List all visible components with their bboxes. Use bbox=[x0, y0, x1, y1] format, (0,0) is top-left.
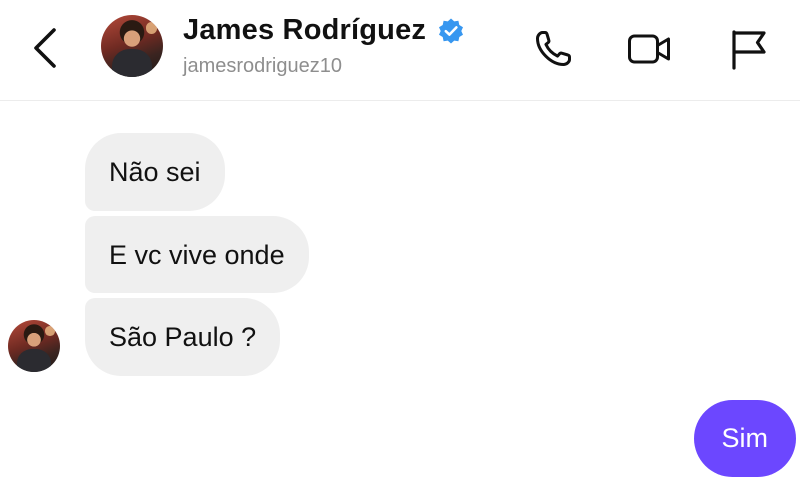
chevron-left-icon bbox=[34, 28, 56, 68]
contact-avatar[interactable] bbox=[101, 15, 163, 77]
back-button[interactable] bbox=[26, 24, 66, 72]
report-button[interactable] bbox=[724, 26, 770, 72]
avatar-photo-detail bbox=[45, 326, 55, 336]
chat-header: James Rodríguez jamesrodriguez10 bbox=[0, 0, 800, 101]
contact-username: jamesrodriguez10 bbox=[183, 55, 342, 77]
received-message[interactable]: São Paulo ? bbox=[85, 298, 281, 376]
message-sender-avatar[interactable] bbox=[8, 320, 60, 372]
received-message[interactable]: E vc vive onde bbox=[85, 216, 309, 293]
received-message[interactable]: Não sei bbox=[85, 133, 225, 211]
flag-icon bbox=[732, 30, 766, 70]
contact-title[interactable]: James Rodríguez jamesrodriguez10 bbox=[183, 14, 465, 78]
contact-name: James Rodríguez bbox=[183, 14, 427, 46]
video-camera-icon bbox=[628, 34, 670, 64]
avatar-photo-detail bbox=[17, 348, 51, 372]
verified-badge-icon bbox=[438, 18, 463, 43]
voice-call-button[interactable] bbox=[530, 26, 576, 72]
avatar-photo-detail bbox=[112, 49, 152, 77]
sent-message[interactable]: Sim bbox=[693, 400, 796, 477]
phone-icon bbox=[536, 31, 571, 66]
video-call-button[interactable] bbox=[626, 26, 672, 72]
avatar-photo-detail bbox=[145, 22, 157, 34]
